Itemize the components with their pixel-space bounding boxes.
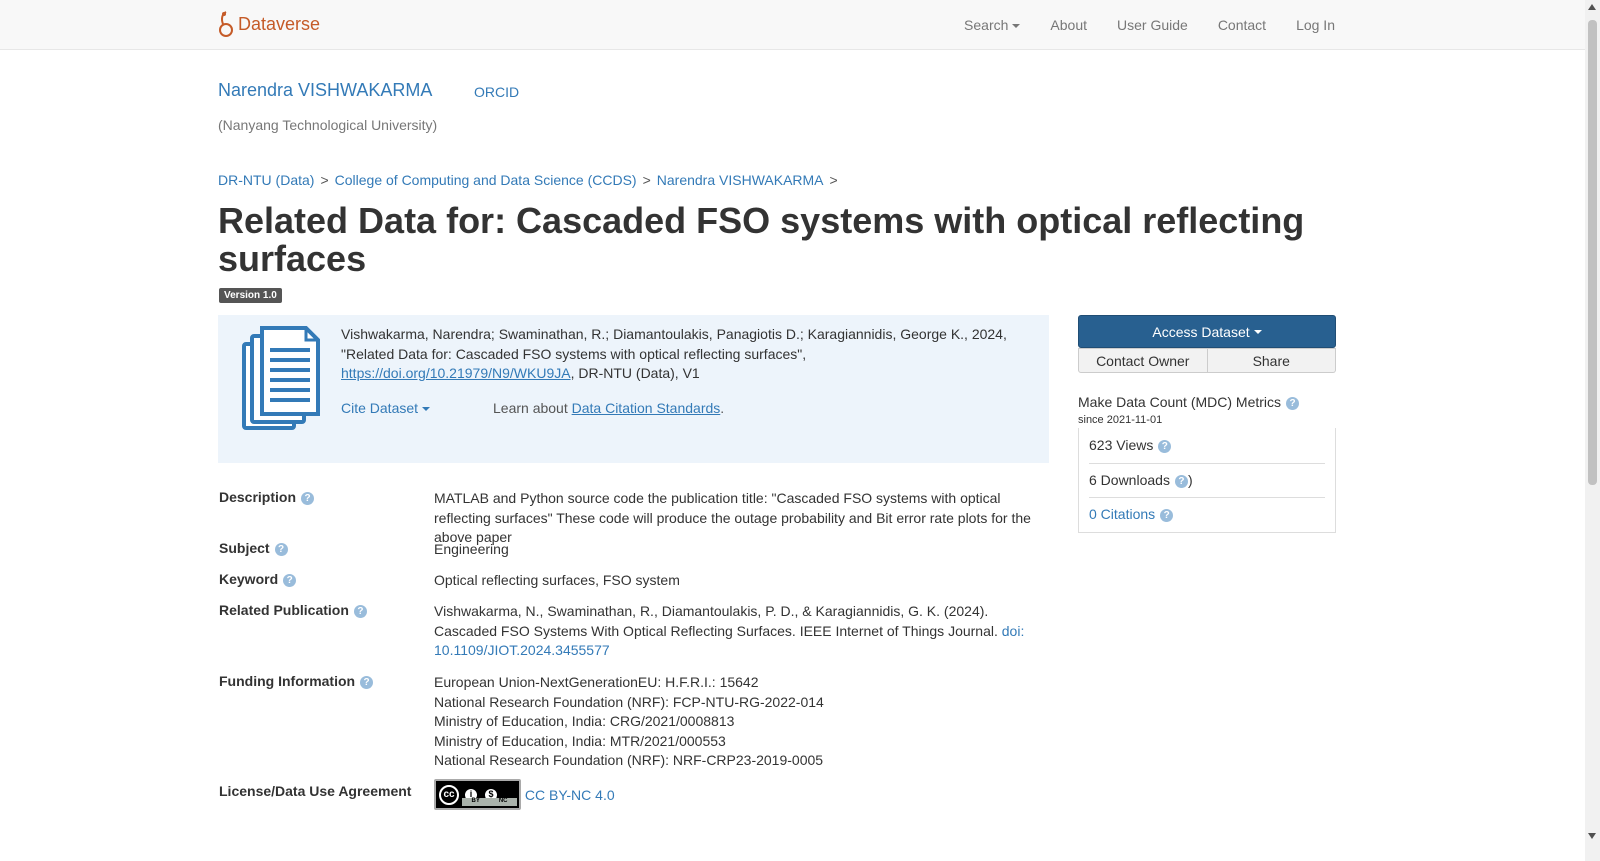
orcid-link[interactable]: ORCID bbox=[474, 84, 519, 100]
dataset-document-icon bbox=[242, 326, 320, 430]
breadcrumb-separator: > bbox=[829, 172, 838, 188]
license-link[interactable]: CC BY-NC 4.0 bbox=[525, 787, 615, 803]
breadcrumb: DR-NTU (Data) > College of Computing and… bbox=[218, 172, 844, 188]
data-citation-standards-link[interactable]: Data Citation Standards bbox=[572, 400, 721, 416]
funding-value: European Union-NextGenerationEU: H.F.R.I… bbox=[434, 673, 1054, 771]
mdc-metrics-title: Make Data Count (MDC) Metrics? bbox=[1078, 394, 1300, 410]
scroll-down-icon[interactable] bbox=[1588, 833, 1596, 839]
subject-label: Subject? bbox=[219, 540, 288, 556]
version-badge: Version 1.0 bbox=[219, 288, 282, 303]
keyword-row: Keyword? Optical reflecting surfaces, FS… bbox=[219, 571, 1054, 591]
scroll-up-icon[interactable] bbox=[1588, 4, 1596, 10]
help-icon[interactable]: ? bbox=[1174, 475, 1188, 488]
funding-label: Funding Information? bbox=[219, 673, 374, 689]
help-icon[interactable]: ? bbox=[1286, 397, 1300, 410]
help-icon[interactable]: ? bbox=[353, 605, 367, 618]
nav-about[interactable]: About bbox=[1050, 17, 1087, 33]
help-icon[interactable]: ? bbox=[283, 574, 297, 587]
contact-owner-button[interactable]: Contact Owner bbox=[1078, 348, 1208, 373]
nav-search[interactable]: Search bbox=[964, 17, 1021, 33]
page-scrollbar[interactable] bbox=[1585, 0, 1600, 861]
nav-contact[interactable]: Contact bbox=[1218, 17, 1266, 33]
access-dataset-button[interactable]: Access Dataset bbox=[1078, 315, 1336, 348]
help-icon[interactable]: ? bbox=[1158, 440, 1172, 453]
related-publication-row: Related Publication? Vishwakarma, N., Sw… bbox=[219, 602, 1054, 662]
mdc-since-date: since 2021-11-01 bbox=[1078, 414, 1163, 426]
description-label: Description? bbox=[219, 489, 315, 505]
share-button[interactable]: Share bbox=[1207, 348, 1336, 373]
funding-row: Funding Information? European Union-Next… bbox=[219, 673, 1054, 773]
funding-item: National Research Foundation (NRF): FCP-… bbox=[434, 693, 824, 710]
chevron-down-icon bbox=[422, 407, 431, 412]
breadcrumb-item[interactable]: Narendra VISHWAKARMA bbox=[657, 172, 824, 188]
help-icon[interactable]: ? bbox=[274, 543, 288, 556]
description-value: MATLAB and Python source code the public… bbox=[434, 490, 1031, 545]
brand-name: Dataverse bbox=[238, 13, 321, 34]
breadcrumb-item[interactable]: DR-NTU (Data) bbox=[218, 172, 314, 188]
citations-link[interactable]: 0 Citations bbox=[1089, 506, 1155, 522]
citations-metric: 0 Citations? bbox=[1089, 497, 1325, 532]
page-title: Related Data for: Cascaded FSO systems w… bbox=[218, 200, 1305, 279]
license-value: cc i $ BY NC CC BY-NC 4.0 bbox=[434, 779, 1054, 810]
chevron-down-icon bbox=[1253, 329, 1262, 334]
views-metric: 623 Views? bbox=[1089, 428, 1325, 464]
subject-row: Subject? Engineering bbox=[219, 540, 1054, 560]
dataverse-logo[interactable]: Dataverse bbox=[218, 9, 320, 39]
related-publication-label: Related Publication? bbox=[219, 602, 367, 618]
keyword-value: Optical reflecting surfaces, FSO system bbox=[434, 572, 680, 588]
metrics-panel: 623 Views? 6 Downloads?) 0 Citations? bbox=[1078, 428, 1336, 533]
cc-by-nc-badge-icon[interactable]: cc i $ BY NC bbox=[434, 779, 521, 810]
funding-item: Ministry of Education, India: CRG/2021/0… bbox=[434, 713, 735, 729]
downloads-metric: 6 Downloads?) bbox=[1089, 463, 1325, 498]
subject-value: Engineering bbox=[434, 541, 509, 557]
dataverse-logo-icon bbox=[219, 11, 233, 37]
cite-dataset-dropdown[interactable]: Cite Dataset bbox=[341, 400, 431, 416]
license-row: License/Data Use Agreement cc i $ BY NC C… bbox=[219, 779, 1054, 818]
scroll-thumb[interactable] bbox=[1588, 20, 1597, 485]
dataverse-affiliation: (Nanyang Technological University) bbox=[218, 117, 438, 133]
chevron-down-icon bbox=[1012, 23, 1021, 28]
related-publication-value: Vishwakarma, N., Swaminathan, R., Diaman… bbox=[434, 603, 1025, 658]
funding-item: Ministry of Education, India: MTR/2021/0… bbox=[434, 732, 726, 749]
help-icon[interactable]: ? bbox=[301, 492, 315, 505]
funding-item: European Union-NextGenerationEU: H.F.R.I… bbox=[434, 674, 759, 690]
funding-item: National Research Foundation (NRF): NRF-… bbox=[434, 752, 824, 768]
keyword-label: Keyword? bbox=[219, 571, 297, 587]
learn-citation-standards: Learn about Data Citation Standards. bbox=[493, 400, 725, 416]
breadcrumb-separator: > bbox=[642, 172, 651, 188]
top-navbar: Dataverse Search About User Guide Contac… bbox=[0, 0, 1585, 50]
breadcrumb-separator: > bbox=[320, 172, 329, 188]
dataverse-name-link[interactable]: Narendra VISHWAKARMA bbox=[218, 80, 432, 101]
help-icon[interactable]: ? bbox=[1160, 509, 1174, 522]
nav-login[interactable]: Log In bbox=[1296, 17, 1335, 33]
citation-text: Vishwakarma, Narendra; Swaminathan, R.; … bbox=[341, 326, 1007, 381]
description-row: Description? MATLAB and Python source co… bbox=[219, 489, 1054, 545]
breadcrumb-item[interactable]: College of Computing and Data Science (C… bbox=[335, 172, 637, 188]
citation-box: Vishwakarma, Narendra; Swaminathan, R.; … bbox=[218, 315, 1049, 463]
license-label: License/Data Use Agreement bbox=[219, 783, 412, 799]
help-icon[interactable]: ? bbox=[360, 676, 374, 689]
doi-link[interactable]: https://doi.org/10.21979/N9/WKU9JA bbox=[341, 365, 571, 381]
nav-user-guide[interactable]: User Guide bbox=[1117, 17, 1188, 33]
